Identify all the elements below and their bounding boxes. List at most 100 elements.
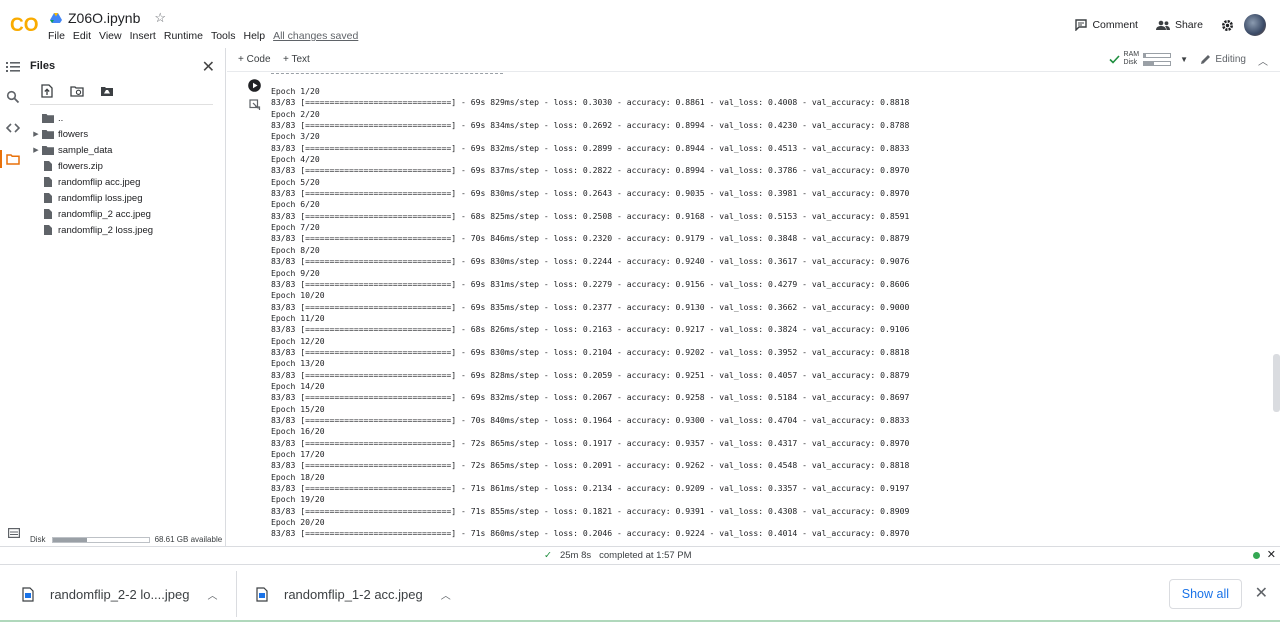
ram-label: RAM [1123,51,1140,58]
add-text-button[interactable]: + Text [283,54,310,65]
settings-button[interactable] [1221,19,1234,32]
files-folder-icon[interactable] [6,152,20,166]
epoch-header-line: Epoch 11/20 [271,312,325,323]
files-panel: Files ✕ .. ▶ flowers ▶ sample_data flowers.zi… [26,48,226,546]
epoch-header-line: Epoch 19/20 [271,494,325,505]
star-icon[interactable]: ☆ [154,10,166,26]
menu-bar: File Edit View Insert Runtime Tools Help… [48,30,366,42]
disk-available: 68.61 GB available [154,535,223,544]
menu-insert[interactable]: Insert [130,30,156,42]
connection-status-icon[interactable] [1253,552,1260,559]
people-icon [1155,20,1170,30]
file-tree-item[interactable]: ▶ sample_data [30,142,153,158]
ram-bar [1143,52,1172,58]
scrollbar[interactable] [1273,354,1280,412]
file-icon [44,225,52,235]
file-tree-item[interactable]: randomflip_2 loss.jpeg [30,222,153,238]
sidebar-rail [0,48,26,546]
editing-mode-button[interactable]: Editing [1200,54,1246,65]
epoch-header-line: Epoch 20/20 [271,517,325,528]
refresh-folder-icon[interactable] [70,84,84,98]
file-icon [44,193,52,203]
disk-bar-toolbar [1143,60,1172,66]
epoch-metrics-line: 83/83 [==============================] -… [271,505,910,516]
elapsed-time: 25m 8s [559,550,592,561]
disk-fill-toolbar [1144,61,1155,65]
menu-view[interactable]: View [99,30,122,42]
code-snippets-icon[interactable] [6,121,20,135]
epoch-metrics-line: 83/83 [==============================] -… [271,210,910,221]
file-tree-item[interactable]: randomflip loss.jpeg [30,190,153,206]
epoch-header-line: Epoch 3/20 [271,131,320,142]
upload-file-icon[interactable] [40,84,54,98]
epoch-metrics-line: 83/83 [==============================] -… [271,165,910,176]
file-tree-item[interactable]: ▶ flowers [30,126,153,142]
epoch-metrics-line: 83/83 [==============================] -… [271,392,910,403]
execution-status[interactable]: ✓ 25m 8s completed at 1:57 PM [544,550,692,561]
file-tree-item[interactable]: randomflip_2 acc.jpeg [30,206,153,222]
file-tree-label: randomflip acc.jpeg [58,176,141,188]
editing-label: Editing [1215,54,1246,65]
close-icon[interactable]: ✕ [1267,548,1276,561]
chevron-up-icon[interactable]: ︿ [441,587,451,602]
files-divider [30,104,213,105]
epoch-header-line: Epoch 13/20 [271,358,325,369]
chevron-up-icon[interactable]: ︿ [1258,53,1268,68]
save-status[interactable]: All changes saved [273,30,358,42]
share-label: Share [1174,19,1203,31]
notebook-toolbar: + Code + Text RAM Disk ▼ Editing ︿ [227,48,1280,72]
file-tree-item[interactable]: randomflip acc.jpeg [30,174,153,190]
check-icon [1108,54,1120,64]
gear-icon [1222,19,1233,31]
expand-arrow-icon[interactable]: ▶ [30,146,42,154]
comment-button[interactable]: Comment [1075,19,1138,31]
completed-time: completed at 1:57 PM [599,550,692,561]
avatar[interactable] [1244,14,1266,36]
epoch-metrics-line: 83/83 [==============================] -… [271,528,910,539]
check-icon: ✓ [544,550,552,561]
download-item[interactable]: randomflip_1-2 acc.jpeg ︿ [256,571,451,617]
expand-arrow-icon[interactable]: ▶ [30,130,42,138]
download-item[interactable]: randomflip_2-2 lo....jpeg ︿ [22,571,217,617]
download-filename: randomflip_2-2 lo....jpeg [50,586,190,602]
epoch-metrics-line: 83/83 [==============================] -… [271,483,910,494]
terminal-icon[interactable] [8,528,20,538]
epoch-metrics-line: 83/83 [==============================] -… [271,188,910,199]
drive-icon[interactable] [50,13,62,23]
chevron-up-icon[interactable]: ︿ [207,587,217,602]
comment-icon [1075,19,1088,31]
file-tree-item[interactable]: flowers.zip [30,158,153,174]
top-right-actions: Comment Share [1075,14,1266,36]
menu-help[interactable]: Help [243,30,265,42]
epoch-header-line: Epoch 6/20 [271,199,320,210]
epoch-header-line: Epoch 18/20 [271,471,325,482]
downloads-bar: randomflip_2-2 lo....jpeg ︿ randomflip_1… [0,564,1280,622]
output-actions-icon[interactable] [249,99,261,111]
file-tree-label: flowers.zip [58,160,103,172]
show-all-button[interactable]: Show all [1168,579,1242,609]
disk-usage-bar [51,536,150,543]
disk-usage: Disk 68.61 GB available [30,535,222,544]
chevron-down-icon[interactable]: ▼ [1180,55,1188,64]
colab-logo[interactable]: CO [10,14,40,34]
search-icon[interactable] [6,90,20,104]
table-of-contents-icon[interactable] [6,60,20,74]
notebook-title[interactable]: Z06O.ipynb [68,10,140,26]
menu-runtime[interactable]: Runtime [164,30,203,42]
share-button[interactable]: Share [1155,19,1203,31]
menu-tools[interactable]: Tools [211,30,236,42]
add-code-button[interactable]: + Code [238,54,271,65]
truncated-code-line [271,72,503,74]
mount-drive-icon[interactable] [100,84,114,98]
menu-file[interactable]: File [48,30,65,42]
pencil-icon [1201,55,1211,64]
run-cell-icon[interactable] [248,79,261,92]
menu-edit[interactable]: Edit [73,30,91,42]
epoch-metrics-line: 83/83 [==============================] -… [271,460,910,471]
close-icon[interactable]: ✕ [1255,583,1268,603]
resources-indicator[interactable]: RAM Disk ▼ [1108,51,1188,67]
download-separator [236,571,237,617]
close-icon[interactable]: ✕ [202,57,215,77]
file-tree-label: flowers [58,128,89,140]
file-tree-item[interactable]: .. [30,110,153,126]
